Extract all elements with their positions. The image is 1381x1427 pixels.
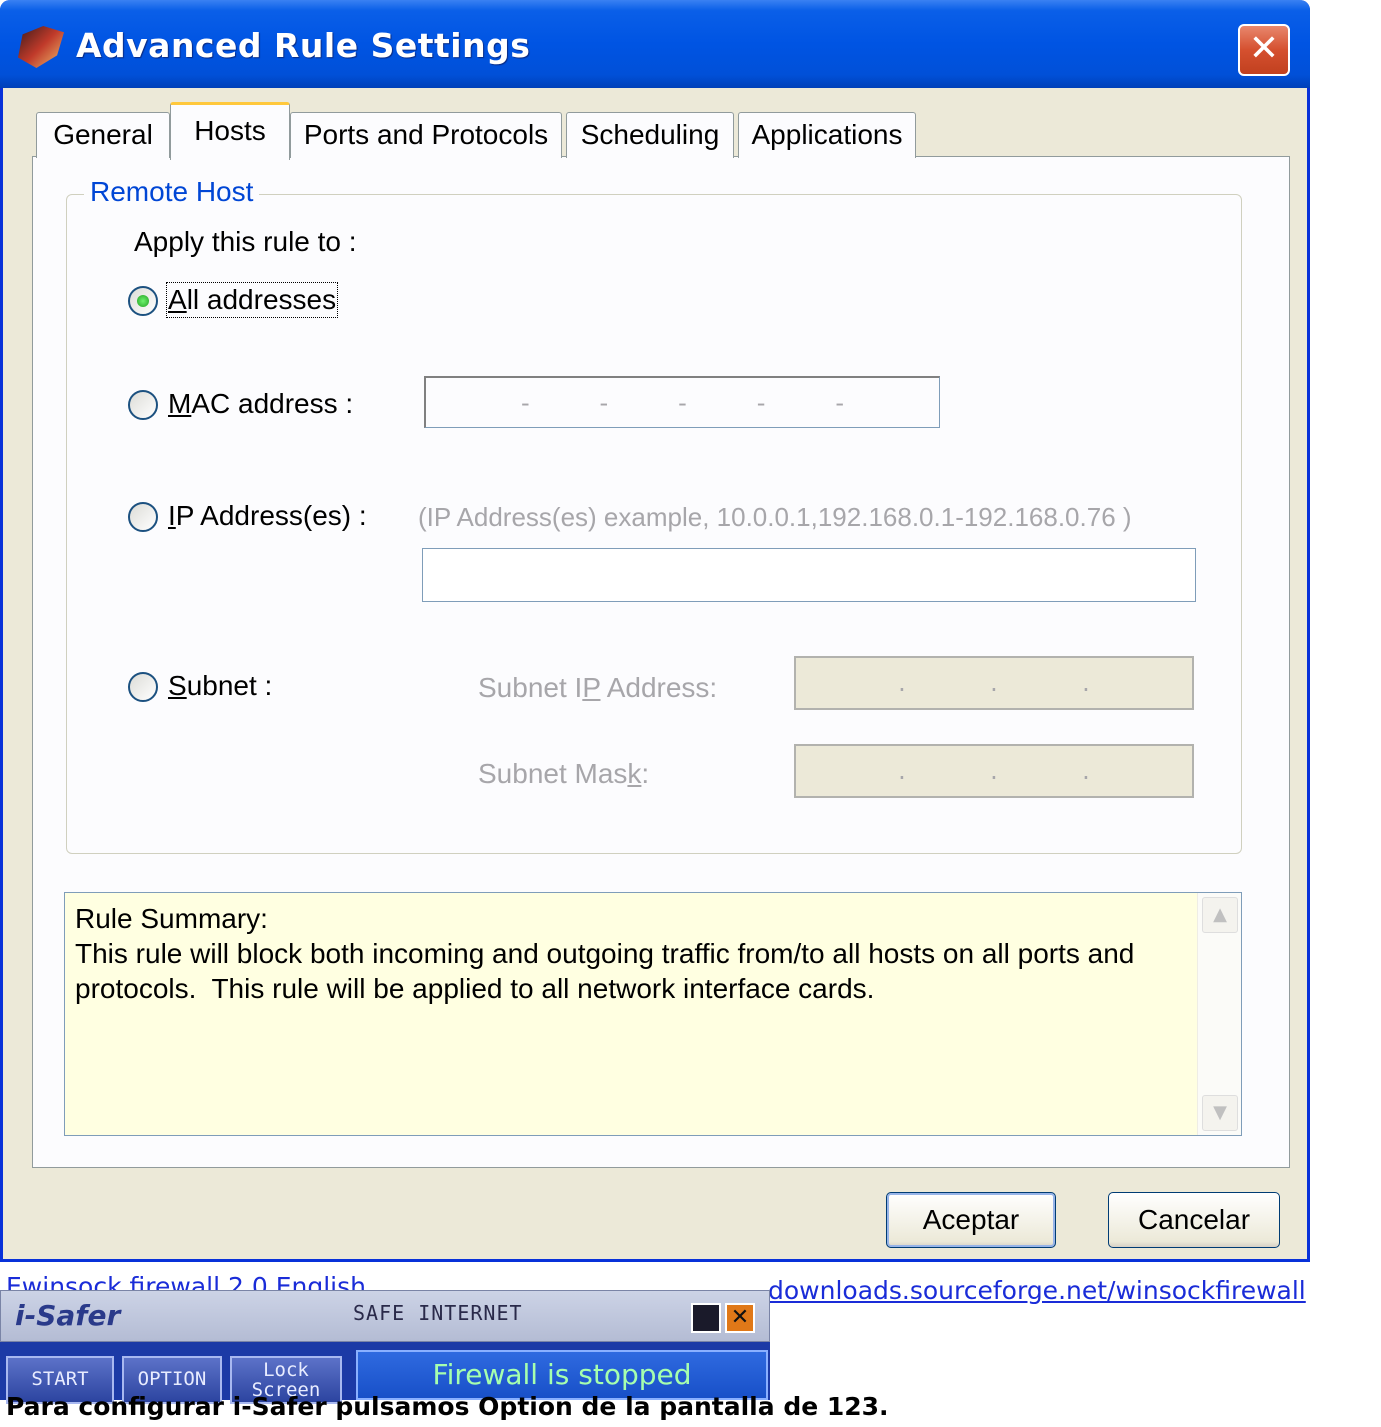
rule-summary-text: Rule Summary: This rule will block both …	[75, 903, 1135, 1004]
sep: .	[990, 757, 998, 785]
mnemonic: M	[168, 388, 192, 419]
mac-address-field[interactable]: - - - - -	[424, 376, 940, 428]
subnet-mask-label: Subnet Mask:	[478, 758, 649, 790]
summary-scrollbar[interactable]: ▲ ▼	[1197, 893, 1241, 1135]
label-text: Subnet Mas	[478, 758, 628, 789]
sep: -	[756, 388, 766, 417]
radio-selected-dot	[137, 295, 149, 307]
mnemonic: k	[627, 758, 642, 789]
all-addresses-radio[interactable]	[128, 286, 158, 316]
subnet-mask-separators: . . .	[796, 746, 1192, 796]
minimize-icon[interactable]	[691, 1303, 721, 1333]
mnemonic: I	[168, 500, 176, 531]
isafer-subtitle: SAFE INTERNET	[353, 1301, 523, 1325]
sep: .	[1082, 669, 1090, 697]
ip-address-input[interactable]	[422, 548, 1196, 602]
sep: .	[990, 669, 998, 697]
label-text: ubnet :	[186, 670, 273, 701]
title-bar[interactable]: Advanced Rule Settings ✕	[0, 0, 1310, 88]
subnet-label[interactable]: Subnet :	[168, 670, 272, 702]
cancel-button[interactable]: Cancelar	[1108, 1192, 1280, 1248]
label-text: AC address :	[191, 388, 354, 419]
close-button[interactable]: ✕	[1238, 24, 1290, 76]
isafer-title-bar: i-Safer SAFE INTERNET ✕	[0, 1290, 770, 1342]
sep: .	[1082, 757, 1090, 785]
mac-address-label[interactable]: MAC address :	[168, 388, 353, 420]
subnet-ip-label: Subnet IP Address:	[478, 672, 717, 704]
close-icon[interactable]: ✕	[725, 1303, 755, 1333]
ip-example-hint: (IP Address(es) example, 10.0.0.1,192.16…	[418, 502, 1132, 532]
isafer-logo: i-Safer	[15, 1299, 121, 1332]
label-text: :	[641, 758, 650, 789]
scroll-down-icon[interactable]: ▼	[1202, 1095, 1238, 1131]
rule-summary-box[interactable]: Rule Summary: This rule will block both …	[64, 892, 1242, 1136]
mnemonic: S	[168, 670, 187, 701]
label-text: Address:	[600, 672, 718, 703]
ip-address-label[interactable]: IP Address(es) :	[168, 500, 367, 532]
sep: .	[898, 669, 906, 697]
article-caption: Para configurar i-Safer pulsamos Option …	[6, 1392, 889, 1421]
mnemonic: A	[168, 284, 187, 315]
label-text: ll addresses	[186, 284, 337, 315]
tab-applications[interactable]: Applications	[738, 112, 916, 158]
label-text: P Address(es) :	[175, 500, 367, 531]
article-link-sourceforge[interactable]: downloads.sourceforge.net/winsockfirewal…	[768, 1276, 1306, 1305]
label-text: Subnet I	[478, 672, 583, 703]
tab-hosts[interactable]: Hosts	[170, 102, 290, 160]
tab-general[interactable]: General	[36, 112, 170, 158]
subnet-ip-separators: . . .	[796, 658, 1192, 708]
mac-address-radio[interactable]	[128, 390, 158, 420]
sep: -	[835, 388, 844, 417]
ok-button[interactable]: Aceptar	[886, 1192, 1056, 1248]
tab-scheduling[interactable]: Scheduling	[566, 112, 734, 158]
subnet-radio[interactable]	[128, 672, 158, 702]
all-addresses-label[interactable]: All addresses	[165, 282, 339, 318]
sep: -	[678, 388, 687, 417]
ip-address-radio[interactable]	[128, 502, 158, 532]
remote-host-group-title: Remote Host	[84, 176, 260, 208]
scroll-up-icon[interactable]: ▲	[1202, 897, 1238, 933]
sep: -	[520, 388, 530, 417]
apply-rule-label: Apply this rule to :	[134, 226, 357, 257]
subnet-ip-field[interactable]: . . .	[794, 656, 1194, 710]
app-icon	[18, 26, 64, 68]
dialog-title: Advanced Rule Settings	[76, 26, 531, 65]
tab-ports-and-protocols[interactable]: Ports and Protocols	[290, 112, 562, 158]
mac-separators: - - - - -	[426, 378, 939, 427]
sep: .	[898, 757, 906, 785]
mnemonic: P	[582, 672, 601, 703]
sep: -	[599, 388, 609, 417]
subnet-mask-field[interactable]: . . .	[794, 744, 1194, 798]
